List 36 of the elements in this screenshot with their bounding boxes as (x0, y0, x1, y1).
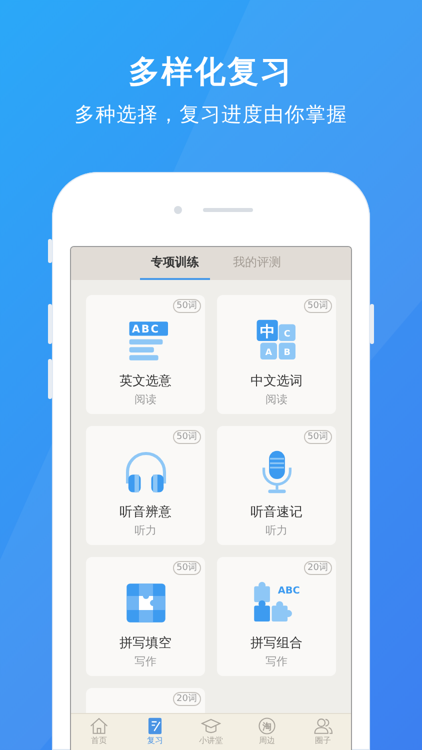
headline: 多样化复习 (128, 53, 294, 92)
card-title: 听音速记 (250, 504, 302, 521)
word-count: 50词 (304, 430, 332, 444)
card-category: 写作 (134, 655, 156, 669)
card-category: 听力 (266, 524, 288, 538)
graduation-cap-icon (201, 717, 221, 735)
card-category: 阅读 (266, 393, 288, 407)
exercise-card[interactable]: 50词 拼写填空 写作 (86, 557, 205, 676)
card-category: 写作 (266, 655, 288, 669)
speaker-icon (203, 208, 253, 212)
camera-icon (174, 206, 182, 214)
people-icon (313, 717, 333, 735)
card-category: 阅读 (134, 393, 156, 407)
word-count: 50词 (172, 430, 201, 444)
card-title: 拼写组合 (250, 635, 302, 652)
exercise-card[interactable]: 50词 中 C A B 中文选词 阅读 (217, 295, 336, 414)
exercise-card[interactable]: 20词 ABC 拼写组合 写作 (217, 557, 336, 676)
card-title: 听音辨意 (120, 504, 172, 521)
card-title: 英文选意 (120, 373, 172, 390)
exercise-card[interactable]: 50词 听音速记 听力 (217, 426, 336, 545)
word-count: 20词 (172, 692, 201, 706)
subtitle: 多种选择，复习进度由你掌握 (74, 101, 348, 128)
exercise-card[interactable]: 50词 听音辨意 听力 (86, 426, 205, 545)
card-category: 听力 (134, 524, 156, 538)
word-count: 20词 (304, 561, 332, 575)
word-count: 50词 (172, 561, 201, 575)
word-count: 50词 (304, 299, 332, 313)
tab[interactable]: 专项训练 (140, 247, 210, 280)
card-title: 拼写填空 (120, 635, 172, 652)
card-title: 中文选词 (250, 373, 302, 390)
shop-badge-icon: 淘 (257, 717, 277, 735)
puzzle-icon (124, 581, 168, 625)
word-count: 50词 (172, 299, 201, 313)
exercise-card[interactable]: 50词 ABC 英文选意 阅读 (86, 295, 205, 414)
headphones-icon (124, 450, 168, 494)
home-icon (89, 717, 109, 735)
